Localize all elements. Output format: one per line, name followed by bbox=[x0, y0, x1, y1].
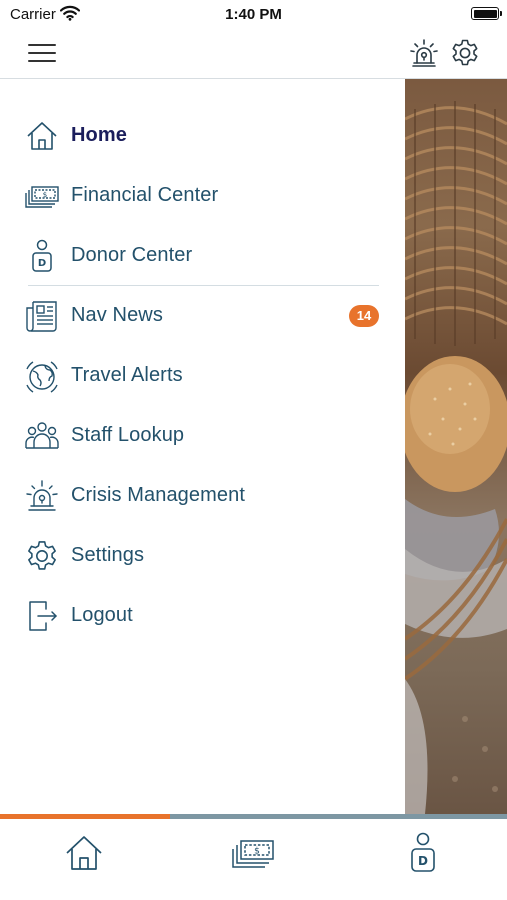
logout-door-icon bbox=[29, 601, 57, 631]
menu-item-crisis-management[interactable]: Crisis Management bbox=[0, 466, 405, 526]
menu-item-staff-lookup[interactable]: Staff Lookup bbox=[0, 406, 405, 466]
tab-financial-center[interactable]: $ bbox=[231, 831, 275, 875]
navigation-drawer: Home $ Financial Center D Donor Center N… bbox=[0, 79, 405, 814]
svg-text:$: $ bbox=[254, 847, 260, 857]
money-stack-icon: $ bbox=[25, 186, 59, 208]
gear-icon bbox=[28, 541, 56, 570]
hamburger-menu-icon[interactable] bbox=[28, 42, 58, 64]
newspaper-icon bbox=[26, 301, 57, 332]
svg-text:D: D bbox=[38, 258, 46, 269]
menu-label: Travel Alerts bbox=[71, 364, 183, 386]
status-time: 1:40 PM bbox=[225, 6, 282, 23]
menu-item-logout[interactable]: Logout bbox=[0, 586, 405, 646]
globe-alert-icon bbox=[26, 361, 58, 393]
svg-text:$: $ bbox=[43, 191, 47, 199]
gear-icon[interactable] bbox=[449, 37, 481, 69]
bottom-tab-bar: $ D bbox=[0, 819, 507, 900]
siren-alert-icon[interactable] bbox=[408, 37, 440, 69]
menu-label: Home bbox=[71, 124, 127, 146]
menu-item-home[interactable]: Home bbox=[0, 106, 405, 166]
menu-item-travel-alerts[interactable]: Travel Alerts bbox=[0, 346, 405, 406]
menu-label: Donor Center bbox=[71, 244, 193, 266]
menu-label: Staff Lookup bbox=[71, 424, 185, 446]
battery-full-icon bbox=[471, 7, 502, 20]
menu-item-nav-news[interactable]: Nav News 14 bbox=[0, 286, 405, 346]
menu-item-financial-center[interactable]: $ Financial Center bbox=[0, 166, 405, 226]
menu-item-settings[interactable]: Settings bbox=[0, 526, 405, 586]
menu-label: Settings bbox=[71, 544, 145, 566]
menu-label: Nav News bbox=[71, 304, 163, 326]
news-count-badge: 14 bbox=[349, 305, 379, 327]
people-group-icon bbox=[25, 422, 59, 449]
background-photo bbox=[405, 79, 507, 814]
house-icon bbox=[27, 122, 57, 150]
siren-alert-icon bbox=[26, 480, 58, 511]
menu-label: Logout bbox=[71, 604, 133, 626]
menu-label: Crisis Management bbox=[71, 484, 245, 506]
tab-donor-center[interactable]: D bbox=[401, 831, 445, 875]
status-bar: Carrier 1:40 PM bbox=[0, 0, 507, 30]
donor-person-icon: D bbox=[32, 239, 52, 272]
menu-label: Financial Center bbox=[71, 184, 219, 206]
menu-item-donor-center[interactable]: D Donor Center bbox=[0, 226, 405, 286]
tab-home[interactable] bbox=[62, 831, 106, 875]
svg-text:D: D bbox=[418, 854, 428, 868]
